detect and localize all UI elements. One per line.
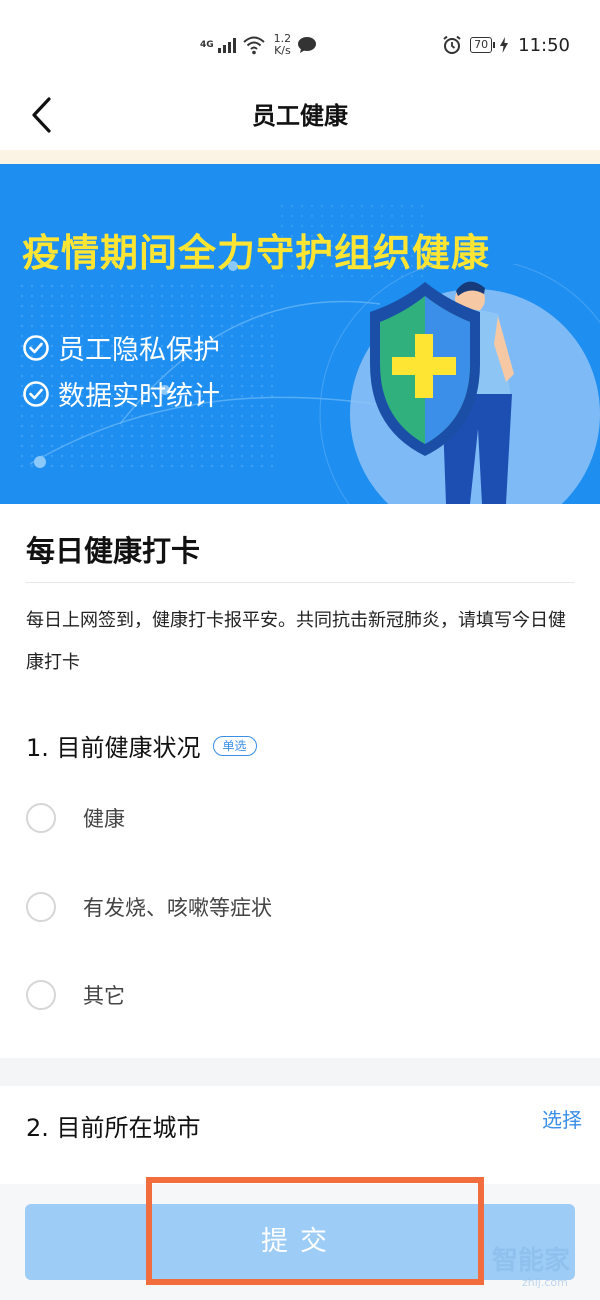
watermark-logo: 智能家: [492, 1246, 571, 1276]
section-separator: [0, 1058, 600, 1086]
battery-icon: 70: [470, 37, 496, 53]
alarm-icon: [443, 35, 461, 54]
question-1-label: 1. 目前健康状况: [26, 734, 201, 762]
banner-feature-label: 数据实时统计: [58, 381, 220, 412]
clock: 11:50: [518, 34, 570, 56]
hero-banner: 疫情期间全力守护组织健康 员工隐私保护 数据实时统计: [0, 164, 600, 504]
option-label: 其它: [83, 984, 125, 1008]
highlight-box: [146, 1177, 484, 1285]
option-fever-cough[interactable]: 有发烧、咳嗽等症状: [26, 892, 272, 922]
check-circle-icon: [23, 334, 49, 361]
radio-button[interactable]: [26, 892, 56, 922]
status-bar-right: 70 11:50: [442, 30, 570, 60]
form-description: 每日上网签到，健康打卡报平安。共同抗击新冠肺炎，请填写今日健康打卡: [26, 610, 566, 673]
navigation-bar: 员工健康: [0, 88, 600, 150]
option-healthy[interactable]: 健康: [26, 803, 125, 833]
network-type: 4G: [200, 40, 214, 50]
network-speed: 1.2 K/s: [274, 33, 292, 57]
select-city-button[interactable]: 选择: [542, 1104, 582, 1133]
wifi-icon: [242, 36, 265, 55]
single-choice-badge: 单选: [212, 735, 257, 756]
banner-top-strip: [0, 150, 600, 164]
banner-feature: 数据实时统计: [22, 374, 220, 413]
option-label: 有发烧、咳嗽等症状: [83, 896, 272, 920]
radio-button[interactable]: [26, 803, 56, 833]
check-circle-icon: [23, 380, 49, 407]
health-shield-illustration: [319, 264, 600, 504]
charging-icon: [500, 37, 509, 53]
radio-button[interactable]: [26, 980, 56, 1010]
speed-unit: K/s: [274, 44, 291, 57]
signal-icon: [217, 37, 236, 53]
status-bar: 4G 1.2 K/s 70 11:50: [0, 0, 600, 88]
divider: [26, 582, 574, 583]
question-2-label: 2. 目前所在城市: [26, 1114, 201, 1142]
status-bar-left: 4G 1.2 K/s: [200, 30, 317, 60]
banner-feature: 员工隐私保护: [22, 328, 220, 367]
form-title: 每日健康打卡: [26, 534, 201, 568]
option-label: 健康: [83, 807, 125, 831]
option-other[interactable]: 其它: [26, 980, 125, 1010]
page-title: 员工健康: [252, 102, 348, 130]
banner-feature-label: 员工隐私保护: [58, 335, 220, 366]
question-1-title: 1. 目前健康状况 单选: [26, 728, 257, 763]
watermark-url: zhij.com: [522, 1276, 568, 1289]
question-2-title: 2. 目前所在城市: [26, 1108, 201, 1143]
message-icon: [298, 37, 317, 53]
